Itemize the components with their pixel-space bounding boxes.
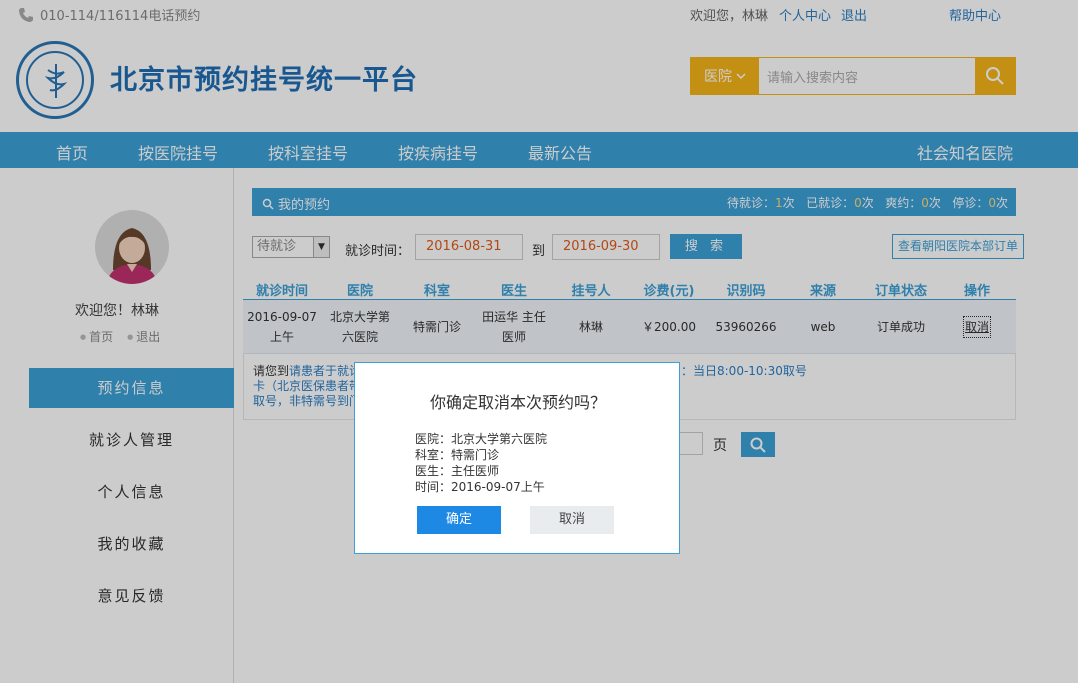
confirm-button[interactable]: 确定	[417, 506, 501, 534]
dialog-hospital: 医院：北京大学第六医院	[415, 432, 548, 446]
dialog-doctor: 医生：主任医师	[415, 464, 500, 478]
cancel-button[interactable]: 取消	[530, 506, 614, 534]
dialog-department: 科室：特需门诊	[415, 448, 500, 462]
dialog-question: 你确定取消本次预约吗？	[429, 393, 606, 412]
dialog-time: 时间：2016-09-07上午	[415, 480, 545, 494]
cancel-confirm-dialog: 你确定取消本次预约吗？ 医院：北京大学第六医院 科室：特需门诊 医生：主任医师 …	[354, 362, 680, 554]
modal-overlay	[0, 0, 1078, 683]
dialog-info: 医院：北京大学第六医院 科室：特需门诊 医生：主任医师 时间：2016-09-0…	[415, 431, 547, 495]
